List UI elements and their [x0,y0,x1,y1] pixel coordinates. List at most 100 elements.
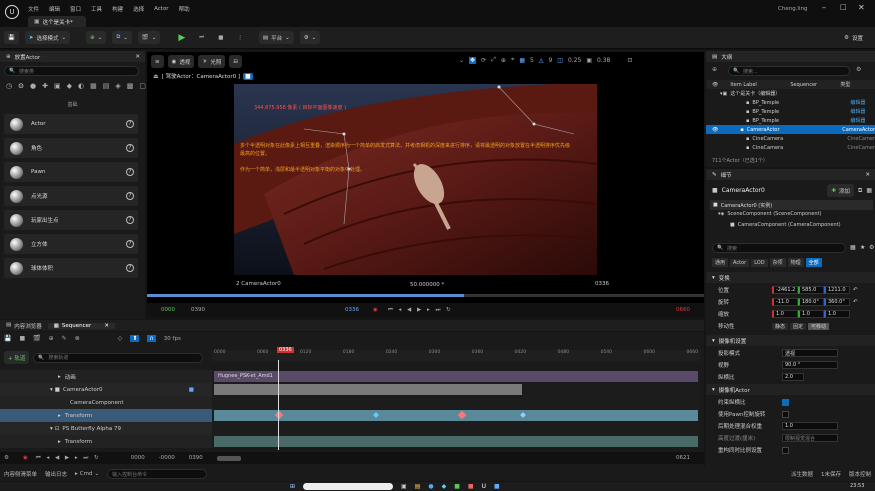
place-actors-search[interactable]: 🔍 搜索类 [4,66,139,76]
maximize-icon[interactable]: □ [840,3,847,11]
camera-lock-icon[interactable]: ■ [243,72,253,80]
aspect-ratio-field[interactable]: 2.0 [782,373,804,381]
animation-clip[interactable]: Hugnee_PSK-et_Amd1 [214,371,698,382]
output-log-button[interactable]: 输出日志 [45,470,67,478]
track-row[interactable]: ▸ 动画 [0,370,212,383]
app-icon[interactable]: ■ [494,483,500,490]
component-item[interactable]: ■ CameraComponent (CameraComponent) [730,222,841,228]
actor-item[interactable]: 球体体积? [4,258,138,278]
transform-section[interactable]: ▾ 变换 [706,272,875,283]
actor-item[interactable]: Actor? [4,114,138,134]
add-content-button[interactable]: ⊕ ⌄ [86,31,107,44]
step-button[interactable]: ⏭ [195,31,208,44]
grid-snap-icon[interactable]: ▦ [519,57,525,64]
taskbar-search[interactable] [303,483,394,490]
actor-item[interactable]: 点光源? [4,186,138,206]
translate-icon[interactable]: ✥ [469,56,477,64]
perspective-button[interactable]: ◉ 透视 [167,55,195,68]
close-tab-icon[interactable]: ✕ [135,54,140,60]
all-classes-icon[interactable]: ▦ [90,82,97,90]
platform-button[interactable]: ▤ 平台 ⌄ [258,31,294,44]
mode-dropdown[interactable]: ➤ 选择模式 ⌄ [24,31,71,44]
source-control-button[interactable]: 版本控制 [849,470,871,478]
details-search[interactable]: 🔍 搜索 [712,243,846,253]
camera-speed-value[interactable]: 0.38 [597,57,610,64]
eject-icon[interactable]: ⏏ [153,73,159,80]
save-button[interactable]: 💾 [4,31,19,44]
menu-edit[interactable]: 编辑 [49,5,60,13]
butterfly-bar[interactable] [214,436,698,447]
render-icon[interactable]: 🎬 [33,335,40,342]
save-icon[interactable]: 💾 [4,335,11,342]
track-row[interactable]: CameraComponent [0,396,212,409]
mobility-stationary[interactable]: 固定 [790,322,807,330]
rotation-y[interactable]: 180.0° [798,298,824,306]
geometry-icon[interactable]: ◈ [115,82,120,90]
task-view-icon[interactable]: ▣ [401,483,407,490]
misc-icon[interactable]: ▩ [127,82,134,90]
component-item[interactable]: ▾◈ SceneComponent (SceneComponent) [718,211,821,217]
menu-tools[interactable]: 工具 [91,5,102,13]
settings-icon[interactable]: ⚙ [869,244,874,251]
constrain-aspect-checkbox[interactable] [782,398,789,406]
outliner-header[interactable]: ▤ 大纲 [706,51,875,62]
actor-item[interactable]: 立方体? [4,234,138,254]
location-z[interactable]: 1211.0 [824,286,850,294]
source-button[interactable]: ⚙ ⌄ [299,31,321,44]
outliner-row[interactable]: ▪ BP_Temple 编辑器 [706,107,875,116]
track-row[interactable]: ▸ Transform [0,435,212,448]
volumes-icon[interactable]: ◐ [78,82,84,90]
scale-z[interactable]: 1.0 [824,310,850,318]
filter-lod[interactable]: LOD [751,258,768,267]
col-sequencer[interactable]: Sequencer [790,82,840,88]
browser-icon[interactable]: ● [428,483,433,490]
fps-dropdown[interactable]: 30 fps [164,336,181,342]
reconstruct-checkbox[interactable] [782,446,789,454]
derived-data-button[interactable]: 派生数据 [791,470,813,478]
record-icon[interactable]: ◉ [23,455,28,461]
col-type[interactable]: 类型 [840,81,850,88]
projection-mode-select[interactable]: 透视 [782,349,838,357]
actor-item[interactable]: 角色? [4,138,138,158]
rotation-snap-icon[interactable]: ◬ [539,57,544,64]
unreal-logo-icon[interactable]: U [5,5,19,19]
blueprint-icon[interactable]: ⧉ [858,187,862,195]
rotation-z[interactable]: 360.0° [824,298,850,306]
outliner-row[interactable]: ▪ CineCamera CineCamer [706,134,875,143]
clock[interactable]: 23:53 [850,483,864,489]
lit-button[interactable]: ☀ 光照 [198,55,226,68]
surface-snap-icon[interactable]: ⌖ [511,56,514,64]
scale-snap-icon[interactable]: ◫ [557,57,563,64]
actor-item[interactable]: 玩家出生点? [4,210,138,230]
help-icon[interactable]: ? [126,144,134,152]
unreal-taskbar-icon[interactable]: U [482,483,486,490]
grid-view-icon[interactable]: ▦ [850,244,856,251]
visibility-icon[interactable]: 👁 [712,127,718,133]
cinematic-icon[interactable]: ▣ [54,82,61,90]
menu-help[interactable]: 帮助 [179,5,190,13]
help-icon[interactable]: ? [126,120,134,128]
outliner-search[interactable]: 🔍 搜索... [728,66,850,76]
windows-start-icon[interactable]: ⊞ [290,483,295,490]
reset-icon[interactable]: ↶ [853,299,858,305]
transport-controls[interactable]: ⏮ ◂ ◀ ▶ ▸ ⏭ ↻ [388,307,453,314]
rotate-icon[interactable]: ⟳ [481,57,486,64]
scale-snap-value[interactable]: 0.25 [568,57,581,64]
console-input[interactable]: 输入控制台命令 [107,469,208,479]
link-icon[interactable]: ⊗ [75,335,80,342]
edit-icon[interactable]: ✎ [62,335,67,342]
timeline-scrollbar[interactable] [216,455,241,461]
app-icon[interactable]: ■ [468,483,474,490]
camera-icon[interactable]: ■ [19,335,25,342]
transport-controls[interactable]: ⏮ ◂ ◀ ▶ ▸ ⏭ ↻ [36,455,101,462]
details-header[interactable]: ✎ 细节 ✕ [706,169,875,180]
add-component-button[interactable]: ✚ 添加 [827,184,855,197]
help-icon[interactable]: ? [126,168,134,176]
mobility-static[interactable]: 静态 [772,322,789,330]
fov-field[interactable]: 90.0 ° [782,361,838,369]
outliner-row[interactable]: ▪ BP_Temple 编辑器 [706,116,875,125]
blueprint-button[interactable]: ⧉ ⌄ [112,31,132,44]
height-transition-select[interactable]: 限制视觉混合 [782,434,838,442]
grid-icon[interactable]: ▦ [866,187,872,194]
transform-keys-bar[interactable] [214,410,698,421]
